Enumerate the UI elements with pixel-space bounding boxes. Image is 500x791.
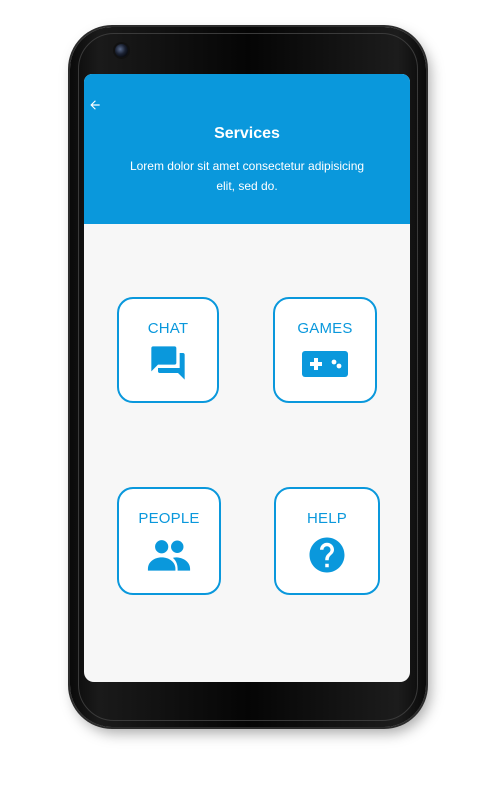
help-icon <box>309 537 345 573</box>
chat-card[interactable]: CHAT <box>117 297 219 403</box>
page-title: Services <box>214 125 280 142</box>
front-camera <box>115 44 128 57</box>
games-label: GAMES <box>297 320 353 337</box>
back-button[interactable] <box>86 96 104 114</box>
phone-screen: Services Lorem dolor sit amet consectetu… <box>84 74 410 682</box>
services-header: Services Lorem dolor sit amet consectetu… <box>84 74 410 224</box>
help-label: HELP <box>307 510 347 527</box>
people-label: PEOPLE <box>138 510 200 527</box>
games-card[interactable]: GAMES <box>273 297 377 403</box>
people-card[interactable]: PEOPLE <box>117 487 221 595</box>
arrow-left-icon <box>90 100 100 110</box>
chat-icon <box>151 346 185 380</box>
gamepad-icon <box>302 351 348 377</box>
page-subtitle: Lorem dolor sit amet consectetur adipisi… <box>129 159 365 193</box>
people-icon <box>147 540 191 571</box>
stage: Services Lorem dolor sit amet consectetu… <box>0 0 500 791</box>
help-card[interactable]: HELP <box>274 487 380 595</box>
chat-label: CHAT <box>147 320 189 337</box>
